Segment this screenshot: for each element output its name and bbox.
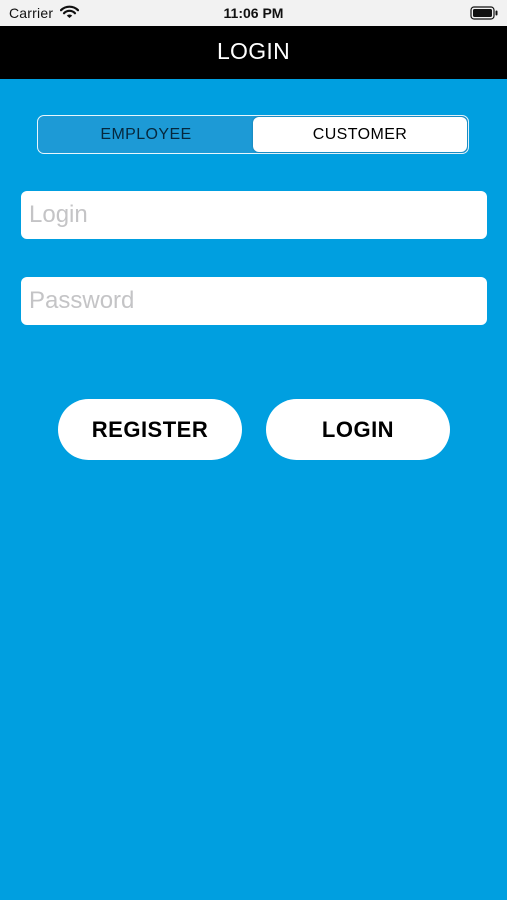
navigation-bar: LOGIN (0, 26, 507, 79)
password-field[interactable] (21, 277, 487, 325)
status-bar: Carrier 11:06 PM (0, 0, 507, 26)
battery-icon (470, 6, 499, 23)
register-button[interactable]: REGISTER (58, 399, 242, 460)
segment-customer[interactable]: CUSTOMER (253, 117, 467, 152)
login-button[interactable]: LOGIN (266, 399, 450, 460)
segment-employee[interactable]: EMPLOYEE (39, 117, 253, 152)
page-title: LOGIN (216, 38, 291, 64)
status-time: 11:06 PM (223, 5, 284, 21)
login-field[interactable] (21, 191, 487, 239)
user-type-segmented-control[interactable]: EMPLOYEE CUSTOMER (37, 115, 469, 154)
